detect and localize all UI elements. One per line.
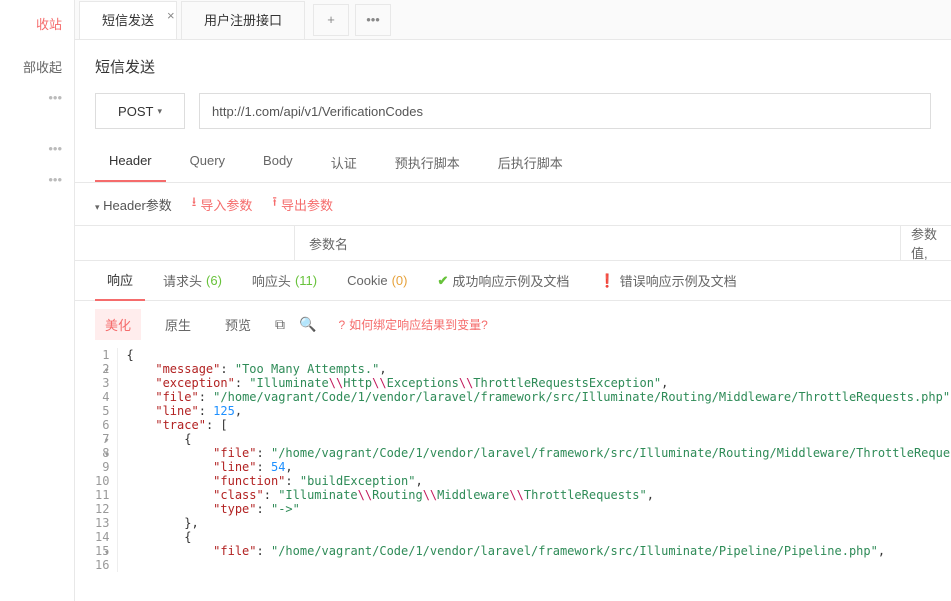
method-select[interactable]: POST ▾ [95, 93, 185, 129]
export-params[interactable]: ⭱ 导出参数 [272, 193, 333, 215]
ptab-prescript[interactable]: 预执行脚本 [381, 143, 474, 182]
close-icon[interactable]: × [167, 0, 181, 11]
caret-down-icon: ▾ [95, 202, 100, 212]
caret-down-icon: ▾ [157, 106, 162, 117]
help-icon: ? [338, 318, 345, 332]
ellipsis-icon[interactable]: ••• [36, 82, 74, 113]
import-params[interactable]: ⭳ 导入参数 [192, 193, 253, 215]
btab-raw[interactable]: 原生 [155, 309, 201, 340]
btab-preview[interactable]: 预览 [215, 309, 261, 340]
response-tabs: 响应 请求头 (6) 响应头 (11) Cookie (0) ✔ 成功响应示例及… [75, 261, 951, 301]
line-gutter: 1 ▾23456 ▾7 ▾891011121314 ▾1516 [95, 348, 118, 572]
tab-sms-send[interactable]: 短信发送 × [79, 1, 177, 39]
sidebar: 收站 部收起 ••• ••• ••• [0, 0, 75, 601]
sidebar-recycle[interactable]: 收站 [30, 8, 74, 39]
rtab-req-header[interactable]: 请求头 (6) [151, 261, 234, 300]
rtab-resp-header[interactable]: 响应头 (11) [240, 261, 329, 300]
param-header-row: 参数名 参数值, [75, 225, 951, 261]
header-controls: ▾ Header参数 ⭳ 导入参数 ⭱ 导出参数 [75, 183, 951, 225]
response-body: 1 ▾23456 ▾7 ▾891011121314 ▾1516 { "messa… [75, 348, 951, 572]
tab-menu-button[interactable]: ••• [355, 4, 391, 36]
param-tabs: Header Query Body 认证 预执行脚本 后执行脚本 [75, 143, 951, 183]
check-circle-icon: ✔ [437, 273, 448, 289]
bind-help-link[interactable]: ? 如何绑定响应结果到变量? [338, 316, 487, 333]
ptab-auth[interactable]: 认证 [317, 143, 371, 182]
ptab-query[interactable]: Query [176, 143, 239, 182]
header-params-toggle[interactable]: ▾ Header参数 [95, 195, 172, 214]
ellipsis-icon[interactable]: ••• [36, 164, 74, 195]
param-col-name: 参数名 [295, 226, 901, 260]
tab-user-register[interactable]: 用户注册接口 [181, 1, 305, 39]
copy-icon[interactable]: ⧉ [275, 316, 285, 333]
download-icon: ⭳ [192, 193, 197, 215]
add-tab-button[interactable]: + [313, 4, 349, 36]
method-label: POST [118, 104, 153, 119]
upload-icon: ⭱ [272, 193, 277, 215]
search-icon[interactable]: 🔍 [299, 316, 316, 333]
rtab-success-doc[interactable]: ✔ 成功响应示例及文档 [425, 261, 581, 300]
tab-label: 用户注册接口 [204, 13, 282, 28]
ptab-header[interactable]: Header [95, 143, 166, 182]
ptab-body[interactable]: Body [249, 143, 307, 182]
ellipsis-icon[interactable]: ••• [36, 133, 74, 164]
param-col-value: 参数值, [901, 226, 951, 260]
tabs-bar: 短信发送 × 用户注册接口 + ••• [75, 0, 951, 40]
page-title: 短信发送 [75, 40, 951, 87]
url-input[interactable] [199, 93, 931, 129]
alert-circle-icon: ❗ [599, 273, 615, 289]
param-col-blank [75, 226, 295, 260]
code-body[interactable]: { "message": "Too Many Attempts.", "exce… [118, 348, 951, 572]
btab-pretty[interactable]: 美化 [95, 309, 141, 340]
request-row: POST ▾ [75, 87, 951, 143]
rtab-cookie[interactable]: Cookie (0) [335, 263, 419, 298]
rtab-error-doc[interactable]: ❗ 错误响应示例及文档 [587, 261, 748, 300]
rtab-response[interactable]: 响应 [95, 260, 145, 301]
ptab-postscript[interactable]: 后执行脚本 [484, 143, 577, 182]
tab-label: 短信发送 [102, 13, 154, 28]
response-toolbar: 美化 原生 预览 ⧉ 🔍 ? 如何绑定响应结果到变量? [75, 301, 951, 348]
sidebar-collapse-all[interactable]: 部收起 [17, 39, 74, 82]
